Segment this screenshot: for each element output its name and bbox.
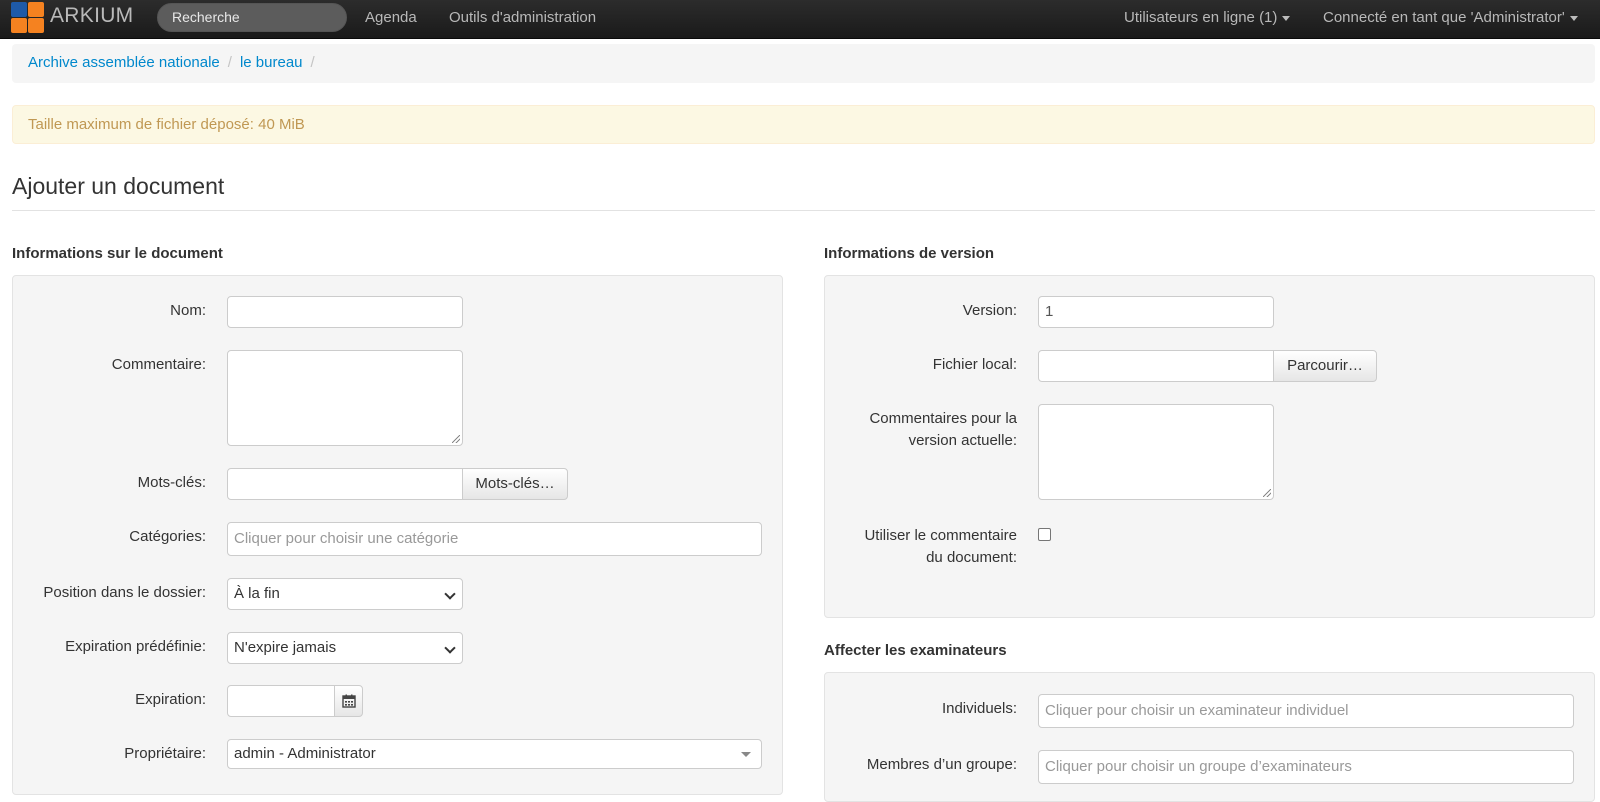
nav-admin-tools-link[interactable]: Outils d'administration bbox=[449, 9, 596, 26]
keywords-input[interactable] bbox=[227, 468, 463, 500]
local-file-label: Fichier local: bbox=[932, 356, 1017, 373]
name-input[interactable] bbox=[227, 296, 463, 328]
owner-select[interactable]: admin - Administrator bbox=[227, 739, 762, 769]
title-divider bbox=[12, 210, 1595, 211]
individual-reviewers-chooser[interactable]: Cliquer pour choisir un examinateur indi… bbox=[1038, 694, 1574, 728]
breadcrumb-separator: / bbox=[310, 54, 315, 71]
online-users-dropdown[interactable]: Utilisateurs en ligne (1) bbox=[1124, 9, 1291, 26]
keywords-button[interactable]: Mots-clés… bbox=[462, 468, 568, 500]
comment-textarea[interactable] bbox=[227, 350, 463, 446]
arkium-logo-icon[interactable] bbox=[11, 2, 45, 34]
version-comment-label-line1: Commentaires pour la bbox=[869, 410, 1017, 427]
online-users-label: Utilisateurs en ligne (1) bbox=[1124, 9, 1278, 26]
use-document-comment-label-line2: du document: bbox=[926, 549, 1017, 566]
folder-position-select[interactable]: À la fin bbox=[227, 578, 463, 610]
nav-agenda-link[interactable]: Agenda bbox=[365, 9, 417, 26]
chevron-down-icon bbox=[444, 642, 456, 654]
document-info-title: Informations sur le document bbox=[12, 245, 223, 262]
version-comment-label-line2: version actuelle: bbox=[908, 432, 1017, 449]
version-info-title: Informations de version bbox=[824, 245, 995, 262]
categories-chooser[interactable]: Cliquer pour choisir une catégorie bbox=[227, 522, 762, 556]
page-title: Ajouter un document bbox=[12, 173, 225, 199]
keywords-label: Mots-clés: bbox=[137, 474, 206, 491]
version-comment-textarea[interactable] bbox=[1038, 404, 1274, 500]
group-reviewers-chooser[interactable]: Cliquer pour choisir un groupe d’examina… bbox=[1038, 750, 1574, 784]
expiration-label: Expiration: bbox=[135, 691, 206, 708]
owner-label: Propriétaire: bbox=[124, 745, 206, 762]
version-comment-label: Commentaires pour la version actuelle: bbox=[824, 408, 1017, 452]
version-label: Version: bbox=[962, 302, 1017, 319]
top-navbar: ARKIUM Recherche Agenda Outils d'adminis… bbox=[0, 0, 1600, 39]
expiration-date-input[interactable] bbox=[227, 685, 335, 717]
breadcrumb-item-bureau[interactable]: le bureau bbox=[240, 54, 303, 71]
dropdown-arrow-icon bbox=[741, 752, 751, 757]
user-menu-dropdown[interactable]: Connecté en tant que 'Administrator' bbox=[1323, 9, 1578, 26]
resize-handle-icon[interactable] bbox=[1263, 489, 1271, 497]
predefined-expiration-label: Expiration prédéfinie: bbox=[65, 638, 206, 655]
categories-label: Catégories: bbox=[129, 528, 206, 545]
caret-down-icon bbox=[1569, 15, 1578, 21]
browse-button[interactable]: Parcourir… bbox=[1273, 350, 1377, 382]
comment-label: Commentaire: bbox=[111, 356, 206, 373]
resize-handle-icon[interactable] bbox=[452, 435, 460, 443]
date-picker-button[interactable] bbox=[334, 685, 363, 717]
folder-position-value: À la fin bbox=[234, 585, 280, 602]
use-document-comment-checkbox[interactable] bbox=[1038, 528, 1051, 541]
owner-value: admin - Administrator bbox=[234, 745, 376, 762]
breadcrumb-item-archive[interactable]: Archive assemblée nationale bbox=[28, 54, 220, 71]
predefined-expiration-select[interactable]: N'expire jamais bbox=[227, 632, 463, 664]
search-input[interactable]: Recherche bbox=[157, 3, 347, 32]
name-label: Nom: bbox=[170, 302, 206, 319]
folder-position-label: Position dans le dossier: bbox=[43, 584, 206, 601]
caret-down-icon bbox=[1282, 15, 1291, 21]
alert-text: Taille maximum de fichier déposé: 40 MiB bbox=[28, 116, 305, 133]
version-input[interactable]: 1 bbox=[1038, 296, 1274, 328]
logged-in-label: Connecté en tant que 'Administrator' bbox=[1323, 9, 1565, 26]
local-file-input[interactable] bbox=[1038, 350, 1274, 382]
brand-name[interactable]: ARKIUM bbox=[50, 4, 133, 28]
reviewers-title: Affecter les examinateurs bbox=[824, 642, 1007, 659]
breadcrumb-separator: / bbox=[227, 54, 232, 71]
max-file-size-alert: Taille maximum de fichier déposé: 40 MiB bbox=[12, 105, 1595, 144]
calendar-icon bbox=[342, 694, 356, 708]
individual-reviewers-label: Individuels: bbox=[941, 700, 1017, 717]
chevron-down-icon bbox=[444, 588, 456, 600]
breadcrumb: Archive assemblée nationale / le bureau / bbox=[12, 44, 1595, 83]
group-reviewers-label: Membres d’un groupe: bbox=[866, 756, 1017, 773]
predefined-expiration-value: N'expire jamais bbox=[234, 639, 337, 656]
use-document-comment-label: Utiliser le commentaire du document: bbox=[824, 525, 1017, 569]
use-document-comment-label-line1: Utiliser le commentaire bbox=[864, 527, 1017, 544]
